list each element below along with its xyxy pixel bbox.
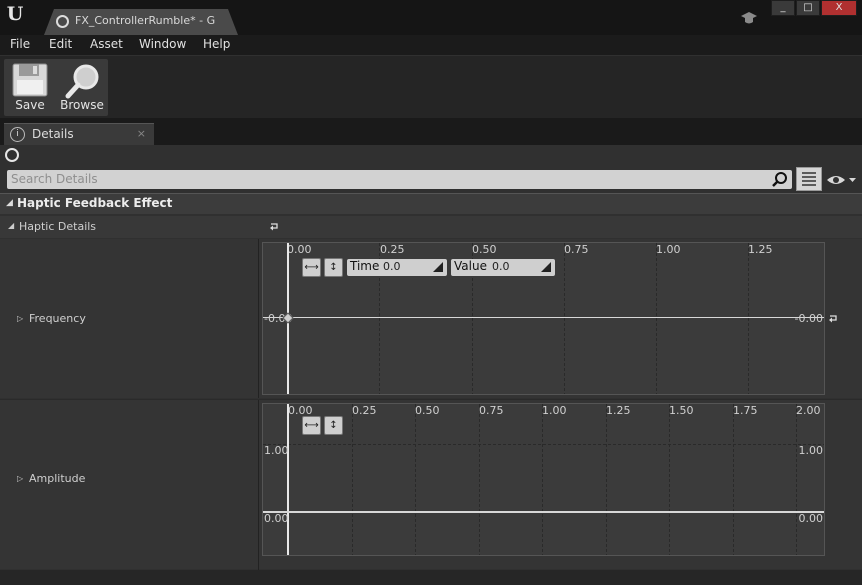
collapse-arrow-icon: ◢ xyxy=(8,221,15,230)
details-tab[interactable]: i Details × xyxy=(4,123,154,145)
frequency-row: ▷ Frequency 0.00 0.25 0.50 0.75 1.00 1.2… xyxy=(0,239,862,398)
section-title: Haptic Feedback Effect xyxy=(17,196,173,210)
list-view-icon xyxy=(802,172,816,186)
panel-tab-row: i Details × xyxy=(0,118,862,145)
title-bar: U FX_ControllerRumble* - G _ □ X xyxy=(0,0,862,35)
menu-edit[interactable]: Edit xyxy=(49,37,72,51)
amplitude-row: ▷ Amplitude 0.00 0.25 0.50 0.75 1.00 1.2… xyxy=(0,399,862,570)
expand-arrow-icon[interactable]: ▷ xyxy=(17,314,23,323)
collapse-arrow-icon: ◢ xyxy=(6,198,13,208)
x-tick: 1.25 xyxy=(606,404,631,417)
browse-button[interactable]: Browse xyxy=(56,59,108,116)
x-tick: 1.50 xyxy=(669,404,694,417)
magnifier-icon xyxy=(65,64,99,99)
time-value[interactable]: 0.0 xyxy=(383,260,401,273)
asset-circle-icon xyxy=(56,15,69,28)
minimize-button[interactable]: _ xyxy=(771,0,795,16)
y-tick-top-left: 1.00 xyxy=(264,444,289,457)
fit-horizontal-button[interactable]: ⟷ xyxy=(302,258,321,277)
save-button[interactable]: Save xyxy=(4,59,56,116)
section-header[interactable]: ◢ Haptic Feedback Effect xyxy=(0,193,862,214)
details-tab-close-icon[interactable]: × xyxy=(137,127,146,140)
value-label: Value xyxy=(454,259,487,273)
eye-icon xyxy=(827,176,856,184)
category-label: Haptic Details xyxy=(19,220,97,233)
column-divider[interactable] xyxy=(258,239,259,398)
menu-asset[interactable]: Asset xyxy=(90,37,123,51)
time-field[interactable]: Time 0.0 xyxy=(347,259,447,276)
category-row[interactable]: ◢ Haptic Details xyxy=(0,216,862,238)
menu-file[interactable]: File xyxy=(10,37,30,51)
x-tick: 0.75 xyxy=(479,404,504,417)
x-tick: 0.25 xyxy=(352,404,377,417)
details-tab-label: Details xyxy=(32,127,74,141)
search-bar xyxy=(7,170,792,189)
close-window-button[interactable]: X xyxy=(821,0,857,16)
details-panel: ◢ Haptic Feedback Effect ◢ Haptic Detail… xyxy=(0,145,862,585)
floppy-disk-icon xyxy=(12,63,48,97)
x-tick: 1.75 xyxy=(733,404,758,417)
y-tick-zero-right: 0.00 xyxy=(798,512,824,525)
menu-help[interactable]: Help xyxy=(203,37,230,51)
toolbar-group: Save Browse xyxy=(4,59,108,116)
amplitude-label: Amplitude xyxy=(29,472,86,485)
toolbar: Save Browse xyxy=(0,55,862,118)
y-tick-top-right: 1.00 xyxy=(798,444,824,457)
property-matrix-button[interactable] xyxy=(796,167,822,191)
x-tick: 0.25 xyxy=(380,243,405,256)
x-tick: 1.25 xyxy=(748,243,773,256)
menu-window[interactable]: Window xyxy=(139,37,186,51)
y-tick-zero-left: 0.00 xyxy=(264,512,289,525)
unreal-logo-icon: U xyxy=(6,3,24,25)
value-field[interactable]: Value 0.0 xyxy=(451,259,555,276)
x-tick: 1.00 xyxy=(656,243,681,256)
amplitude-zero-line xyxy=(263,511,824,513)
drag-corner-icon xyxy=(541,262,551,272)
maximize-button[interactable]: □ xyxy=(796,0,820,16)
panel-bottom-bar xyxy=(0,570,862,585)
value-value[interactable]: 0.0 xyxy=(492,260,510,273)
reset-arrow-icon[interactable] xyxy=(828,314,838,324)
reset-arrow-icon[interactable] xyxy=(269,222,279,232)
amplitude-curve-editor[interactable]: 0.00 0.25 0.50 0.75 1.00 1.25 1.50 1.75 … xyxy=(262,403,825,556)
fit-vertical-button[interactable]: ↕ xyxy=(324,416,343,435)
search-input[interactable] xyxy=(11,171,751,187)
fit-horizontal-button[interactable]: ⟷ xyxy=(302,416,321,435)
asset-tab-title: FX_ControllerRumble* - G xyxy=(75,14,216,27)
x-tick: 0.50 xyxy=(415,404,440,417)
x-tick: 1.00 xyxy=(542,404,567,417)
x-tick: 0.00 xyxy=(287,243,312,256)
menu-bar: File Edit Asset Window Help xyxy=(0,35,862,55)
save-label: Save xyxy=(15,98,45,112)
expand-arrow-icon[interactable]: ▷ xyxy=(17,474,23,483)
y-value-right: -0.00 xyxy=(794,312,823,325)
x-tick: 0.50 xyxy=(472,243,497,256)
time-label: Time xyxy=(350,259,380,273)
frequency-label: Frequency xyxy=(29,312,86,325)
learn-cap-icon[interactable] xyxy=(740,11,758,25)
drag-corner-icon xyxy=(433,262,443,272)
search-icon[interactable] xyxy=(771,171,788,188)
view-options-button[interactable] xyxy=(826,172,858,188)
column-divider[interactable] xyxy=(258,400,259,570)
object-ring-icon xyxy=(5,148,19,162)
x-tick: 0.75 xyxy=(564,243,589,256)
x-tick: 2.00 xyxy=(796,404,821,417)
time-zero-axis xyxy=(287,404,289,555)
details-info-icon: i xyxy=(10,127,25,142)
frequency-curve-editor[interactable]: 0.00 0.25 0.50 0.75 1.00 1.25 -0.00 -0.0… xyxy=(262,242,825,395)
fit-vertical-button[interactable]: ↕ xyxy=(324,258,343,277)
asset-document-tab[interactable]: FX_ControllerRumble* - G xyxy=(44,9,238,35)
browse-label: Browse xyxy=(60,98,104,112)
frequency-curve-line xyxy=(263,317,824,318)
